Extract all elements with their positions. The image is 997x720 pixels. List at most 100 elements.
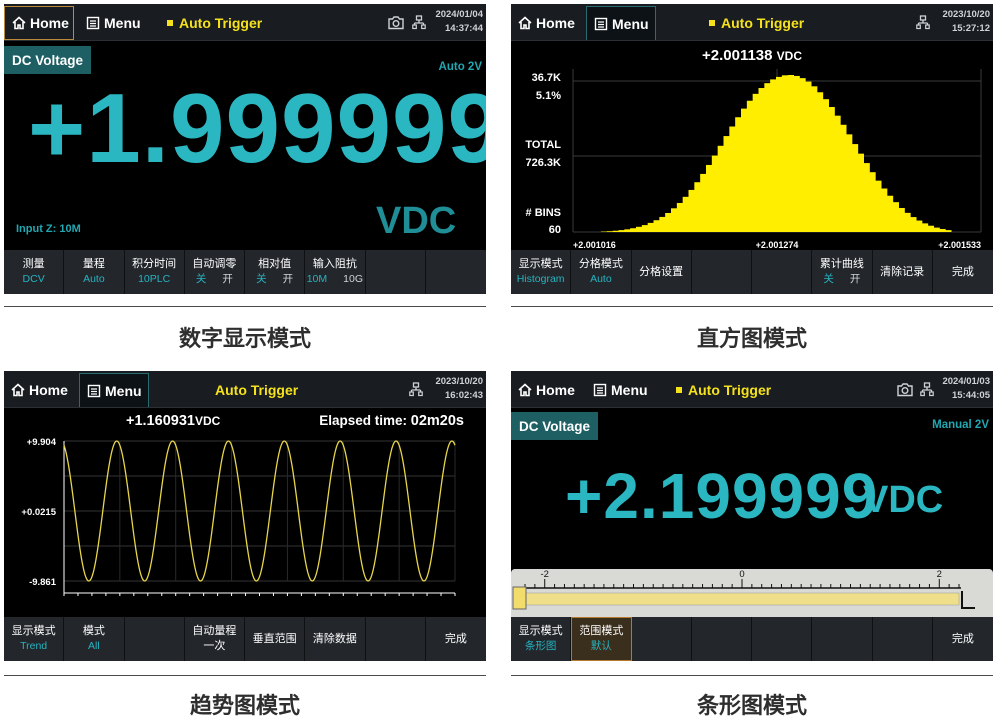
trigger-square-icon [676,387,682,393]
softkey-8[interactable]: 完成 [426,617,486,661]
histogram-chart: 36.7K5.1%TOTAL726.3K# BINS60+2.001016+2.… [511,41,993,251]
softkey-value: 条形图 [525,639,557,654]
softkey-8[interactable]: 完成 [933,617,993,661]
caption-trend: 趋势图模式 [8,688,482,720]
range-start-marker[interactable] [513,587,526,609]
histogram-bar [840,125,846,232]
histogram-bar [916,221,922,232]
softkey-5[interactable] [752,250,812,294]
trigger-status[interactable]: Auto Trigger [215,371,298,408]
camera-icon[interactable] [896,382,914,397]
softkey-label: 范围模式 [579,624,623,639]
histogram-bar [939,229,945,232]
histogram-bar [613,231,619,232]
softkey-7[interactable] [366,250,426,294]
trigger-status[interactable]: Auto Trigger [709,4,804,41]
softkey-label: 相对值 [258,257,291,272]
softkey-3[interactable] [125,617,185,661]
softkey-label: 显示模式 [519,257,563,272]
digital-display-screen: Home Menu Auto Trigger 2024/01/0414:37:4… [4,4,486,294]
softkey-7[interactable]: 清除记录 [873,250,933,294]
network-icon[interactable] [916,15,930,30]
softkey-6[interactable]: 输入阻抗10M10G [305,250,365,294]
menu-button[interactable]: Menu [79,6,149,40]
softkey-7[interactable] [873,617,933,661]
histogram-bar [817,92,823,232]
softkey-label: 完成 [445,632,467,647]
softkey-5[interactable]: 相对值关开 [245,250,305,294]
histogram-bar [683,197,689,232]
trend-screen: Home Menu Auto Trigger 2023/10/2016:02:4… [4,371,486,661]
menu-icon [594,17,608,31]
y-tick-label: -9.861 [29,577,57,588]
home-button[interactable]: Home [4,6,74,40]
top-bar: Home Menu Auto Trigger 2024/01/0315:44:0… [511,371,993,408]
toggle-selected: 10M [307,272,327,287]
measurement-mode-badge[interactable]: DC Voltage [4,46,91,74]
softkey-1[interactable]: 显示模式Trend [4,617,64,661]
softkey-3[interactable]: 积分时间10PLC [125,250,185,294]
caption-bar: 条形图模式 [515,688,989,720]
reading-value: +1.160931 [126,413,195,429]
toggle-unselected: 开 [283,272,294,287]
softkey-bar: 显示模式条形图范围模式默认 完成 [511,617,993,661]
datetime: 2024/01/0315:44:05 [942,375,990,403]
softkey-8[interactable]: 完成 [933,250,993,294]
menu-button[interactable]: Menu [79,373,149,407]
camera-icon[interactable] [387,15,405,30]
scale-label: -2 [541,569,549,580]
softkey-label: 测量 [23,257,45,272]
softkey-4[interactable] [692,617,752,661]
date-text: 2023/10/20 [435,375,483,389]
softkey-2[interactable]: 量程Auto [64,250,124,294]
network-icon[interactable] [920,382,934,397]
softkey-4[interactable]: 自动调零关开 [185,250,245,294]
trigger-status[interactable]: Auto Trigger [676,371,771,408]
softkey-8[interactable] [426,250,486,294]
softkey-5[interactable]: 垂直范围 [245,617,305,661]
elapsed-label: Elapsed time: [319,413,407,428]
softkey-4[interactable] [692,250,752,294]
histogram-bar [654,220,660,232]
softkey-2[interactable]: 范围模式默认 [571,617,631,661]
value-bar [525,593,959,605]
home-label: Home [30,15,69,31]
histogram-bar [852,144,858,232]
divider [4,675,486,676]
softkey-6[interactable] [812,617,872,661]
main-reading: +1.999999 [28,76,486,180]
softkey-value: DCV [23,272,45,287]
datetime: 2024/01/0414:37:44 [435,8,483,36]
softkey-4[interactable]: 自动量程一次 [185,617,245,661]
menu-button[interactable]: Menu [586,373,656,407]
date-text: 2024/01/03 [942,375,990,389]
softkey-6[interactable]: 累计曲线关开 [812,250,872,294]
home-button[interactable]: Home [511,6,581,40]
softkey-toggle-pair: 关开 [823,272,860,287]
unit-label: VDC [863,479,943,522]
softkey-1[interactable]: 测量DCV [4,250,64,294]
network-icon[interactable] [409,382,423,397]
softkey-5[interactable] [752,617,812,661]
measurement-mode-badge[interactable]: DC Voltage [511,412,598,440]
home-button[interactable]: Home [511,373,581,407]
top-bar: Home Menu Auto Trigger 2023/10/2015:27:1… [511,4,993,41]
softkey-1[interactable]: 显示模式条形图 [511,617,571,661]
trigger-label: Auto Trigger [721,15,804,31]
softkey-2[interactable]: 分格模式Auto [571,250,631,294]
softkey-6[interactable]: 清除数据 [305,617,365,661]
softkey-1[interactable]: 显示模式Histogram [511,250,571,294]
softkey-3[interactable] [632,617,692,661]
histogram-bar [689,190,695,232]
softkey-7[interactable] [366,617,426,661]
softkey-3[interactable]: 分格设置 [632,250,692,294]
divider [511,675,993,676]
home-button[interactable]: Home [4,373,74,407]
softkey-label: 完成 [952,265,974,280]
trigger-status[interactable]: Auto Trigger [167,4,262,41]
home-label: Home [29,382,68,398]
toggle-unselected: 10G [343,272,363,287]
network-icon[interactable] [412,15,426,30]
menu-button[interactable]: Menu [586,6,656,40]
softkey-2[interactable]: 模式All [64,617,124,661]
